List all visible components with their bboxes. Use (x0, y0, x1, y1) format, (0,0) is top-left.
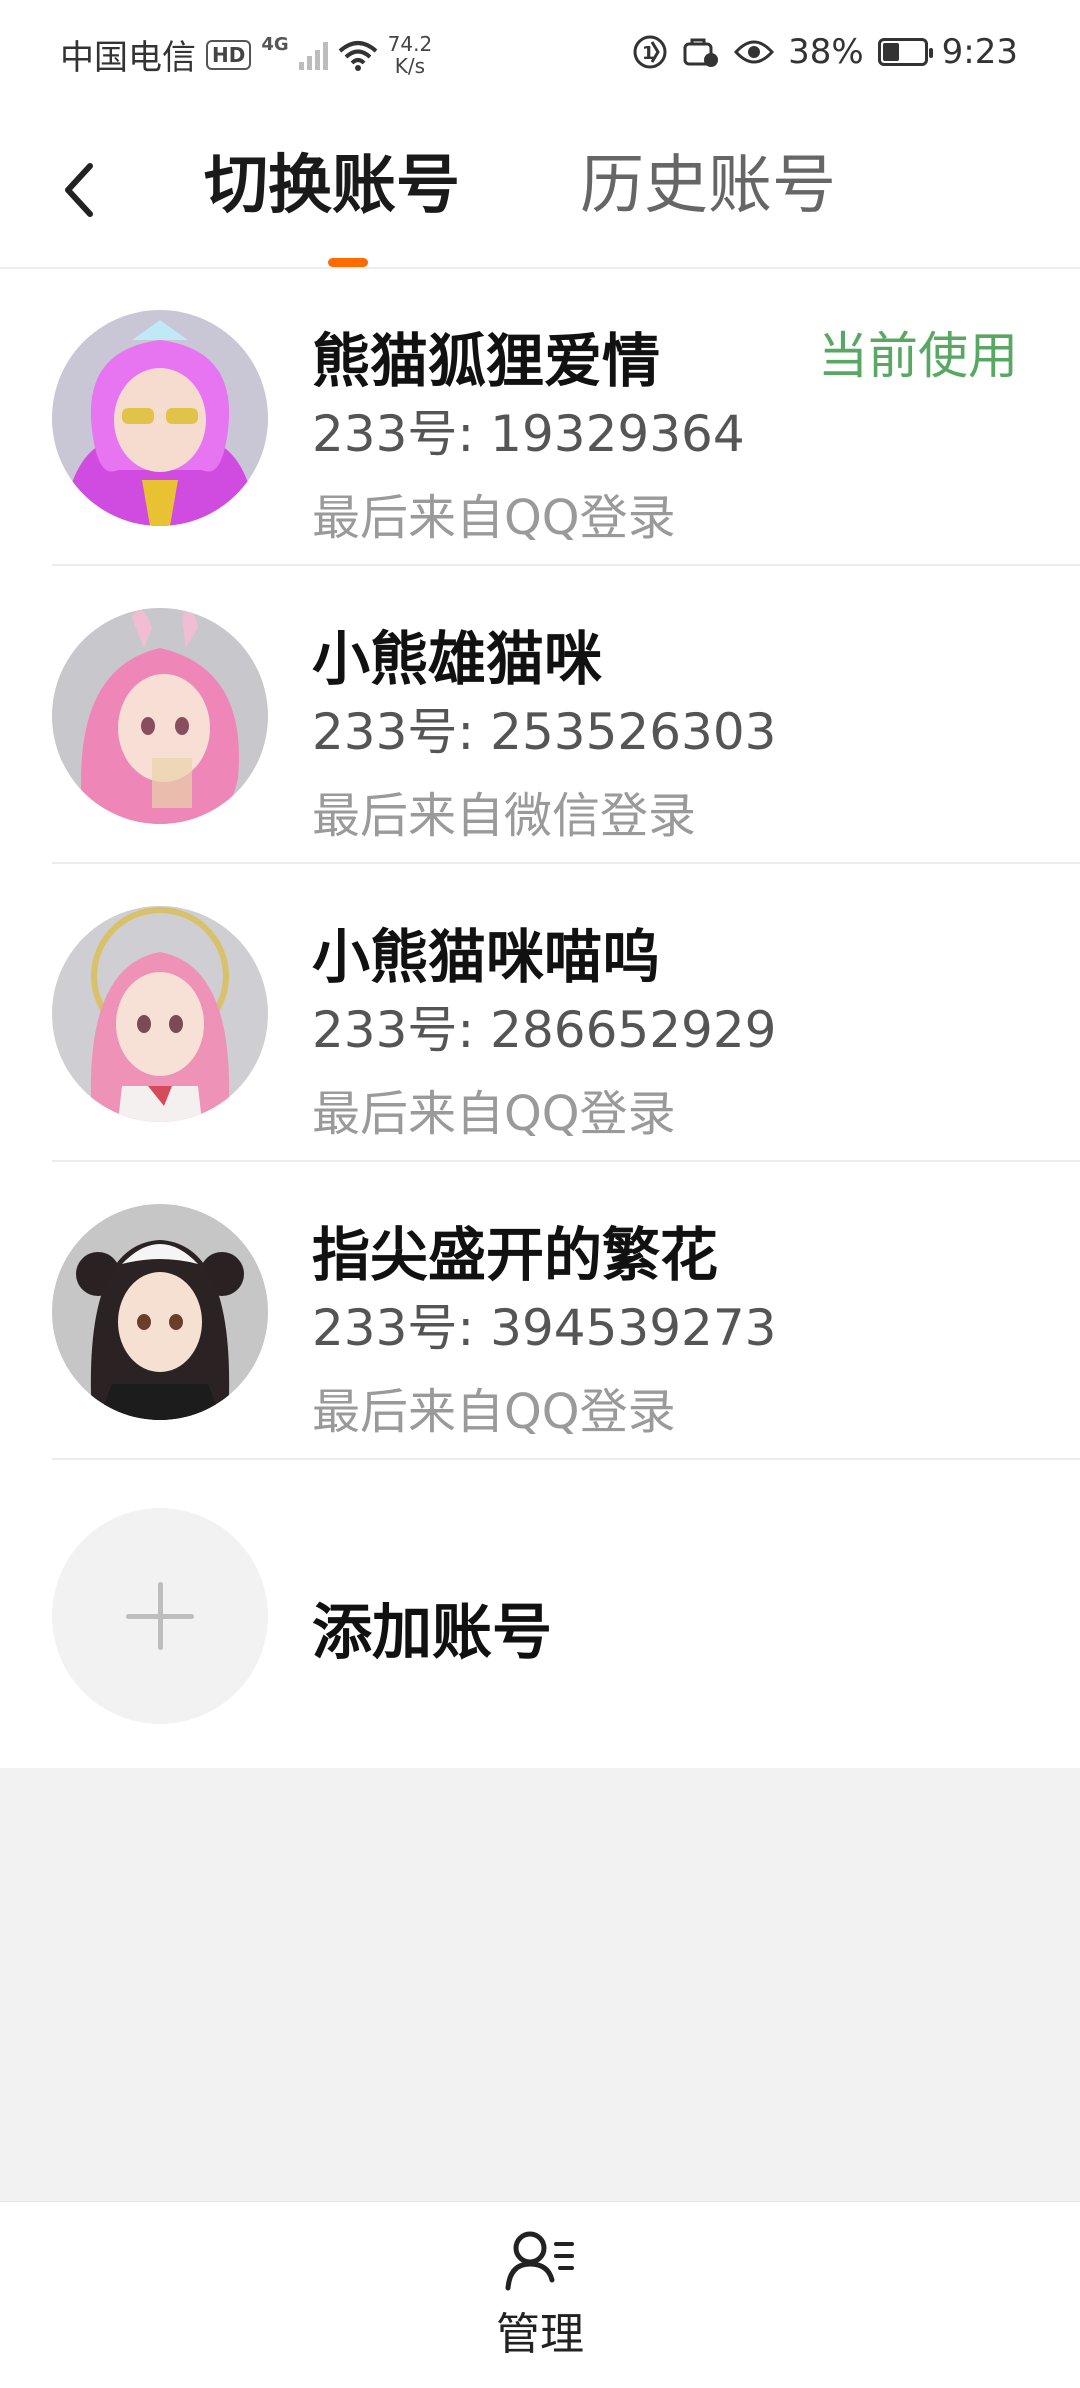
current-account-badge: 当前使用 (818, 327, 1018, 385)
data-saver-icon: 1 (633, 35, 667, 69)
active-tab-indicator (328, 258, 368, 267)
account-id: 233号: 286652929 (312, 1001, 777, 1059)
user-manage-icon (505, 2231, 574, 2291)
login-source: 最后来自微信登录 (312, 788, 697, 844)
hd-icon: HD (206, 39, 252, 70)
back-arrow-icon[interactable] (58, 158, 106, 222)
add-account-row[interactable]: 添加账号 (0, 1468, 1080, 1768)
carrier-label: 中国电信 (60, 38, 196, 78)
clock: 9:23 (941, 32, 1018, 72)
manage-label: 管理 (496, 2309, 584, 2360)
network-type-label: 4G (261, 34, 289, 55)
bag-notification-icon (683, 38, 719, 67)
avatar (52, 608, 268, 824)
speed-unit: K/s (394, 53, 426, 78)
account-nickname: 指尖盛开的繁花 (312, 1221, 719, 1289)
plus-icon[interactable] (52, 1508, 268, 1724)
account-id: 233号: 394539273 (312, 1299, 777, 1357)
add-account-label: 添加账号 (312, 1598, 552, 1668)
network-speed: 74.2 K/s (388, 33, 433, 77)
content-area: 中国电信 HD 4G 74.2 K/s 1 38% 9:23 切换账号 历史账号… (0, 0, 1080, 1768)
login-source: 最后来自QQ登录 (312, 1086, 676, 1142)
tab-switch-account[interactable]: 切换账号 (204, 146, 460, 226)
login-source: 最后来自QQ登录 (312, 1384, 676, 1440)
avatar (52, 310, 268, 526)
signal-bars-icon (298, 40, 328, 70)
avatar (52, 1204, 268, 1420)
account-row[interactable]: 指尖盛开的繁花 233号: 394539273 最后来自QQ登录 (0, 1162, 1080, 1460)
account-nickname: 熊猫狐狸爱情 (312, 327, 661, 395)
avatar (52, 906, 268, 1122)
wifi-icon (338, 40, 377, 71)
status-left: 中国电信 HD 4G 74.2 K/s (60, 30, 432, 79)
account-nickname: 小熊雄猫咪 (312, 625, 603, 693)
account-id: 233号: 19329364 (312, 405, 745, 463)
manage-button[interactable]: 管理 (490, 2230, 590, 2370)
account-row[interactable]: 小熊猫咪喵呜 233号: 286652929 最后来自QQ登录 (0, 864, 1080, 1162)
account-row[interactable]: 小熊雄猫咪 233号: 253526303 最后来自微信登录 (0, 566, 1080, 864)
eye-comfort-icon (734, 40, 775, 64)
account-id: 233号: 253526303 (312, 703, 777, 761)
status-bar: 中国电信 HD 4G 74.2 K/s 1 38% 9:23 (0, 0, 1080, 110)
battery-percent: 38% (788, 32, 864, 72)
speed-value: 74.2 (387, 31, 433, 56)
status-right: 1 38% 9:23 (632, 32, 1018, 72)
account-nickname: 小熊猫咪喵呜 (312, 923, 661, 991)
battery-icon (877, 38, 933, 66)
login-source: 最后来自QQ登录 (312, 490, 676, 546)
account-row[interactable]: 熊猫狐狸爱情 233号: 19329364 最后来自QQ登录 当前使用 (0, 268, 1080, 566)
divider (52, 1458, 1080, 1460)
top-navigation: 切换账号 历史账号 (0, 110, 1080, 269)
bottom-bar: 管理 (0, 2201, 1080, 2388)
tab-history-account[interactable]: 历史账号 (580, 146, 836, 226)
